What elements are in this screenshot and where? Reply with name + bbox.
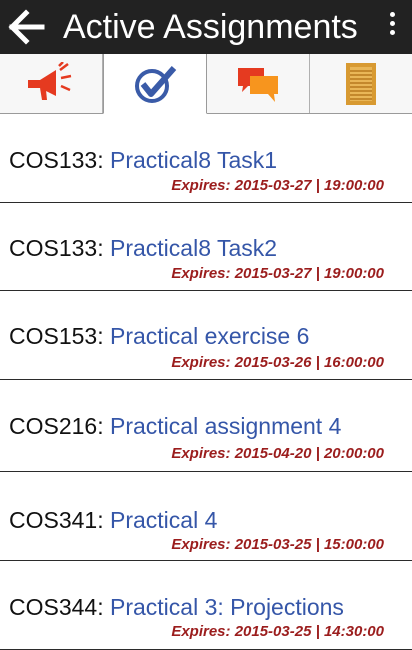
assignment-title[interactable]: Practical 3: Projections [110,594,344,620]
course-code: COS133 [9,147,98,173]
tab-announcements[interactable] [0,54,103,113]
assignment-list: COS133: Practical8 Task1 Expires: 2015-0… [0,114,412,650]
expiry-date: Expires: 2015-03-27 | 19:00:00 [171,265,384,282]
megaphone-icon [28,61,72,100]
list-item[interactable]: COS153: Practical exercise 6 Expires: 20… [0,291,412,380]
course-code: COS133 [9,235,98,261]
app-bar: Active Assignments [0,0,412,54]
overflow-dot [389,21,395,26]
tab-assignments[interactable] [103,54,207,114]
course-code: COS344 [9,594,98,620]
back-arrow-icon [8,9,45,45]
overflow-menu-button[interactable] [386,12,398,42]
expiry-date: Expires: 2015-04-20 | 20:00:00 [171,445,384,462]
expiry-date: Expires: 2015-03-26 | 16:00:00 [171,354,384,371]
list-item[interactable]: COS133: Practical8 Task1 Expires: 2015-0… [0,114,412,203]
expiry-date: Expires: 2015-03-27 | 19:00:00 [171,177,384,194]
notepad-icon [346,62,376,105]
tab-notes[interactable] [310,54,412,113]
expiry-date: Expires: 2015-03-25 | 14:30:00 [171,623,384,640]
list-item[interactable]: COS133: Practical8 Task2 Expires: 2015-0… [0,203,412,291]
assignment-title[interactable]: Practical8 Task2 [110,235,277,261]
list-item[interactable]: COS216: Practical assignment 4 Expires: … [0,380,412,472]
overflow-dot [389,30,395,35]
course-separator: : [97,235,110,261]
course-separator: : [97,323,110,349]
expiry-date: Expires: 2015-03-25 | 15:00:00 [171,536,384,553]
tab-bar [0,54,412,114]
course-separator: : [97,594,110,620]
assignment-title[interactable]: Practical8 Task1 [110,147,277,173]
course-code: COS153 [9,323,98,349]
assignment-title[interactable]: Practical assignment 4 [110,413,341,439]
assignment-title[interactable]: Practical exercise 6 [110,323,309,349]
page-title: Active Assignments [63,8,358,46]
course-code: COS341 [9,507,98,533]
course-separator: : [97,413,110,439]
course-separator: : [97,147,110,173]
chat-bubbles-icon [238,67,278,102]
list-item[interactable]: COS344: Practical 3: Projections Expires… [0,561,412,650]
overflow-dot [389,12,395,17]
assignment-title[interactable]: Practical 4 [110,507,217,533]
list-item[interactable]: COS341: Practical 4 Expires: 2015-03-25 … [0,472,412,561]
back-button[interactable] [6,7,50,47]
checkmark-icon [135,65,177,103]
tab-discussions[interactable] [207,54,310,113]
course-code: COS216 [9,413,98,439]
course-separator: : [97,507,110,533]
